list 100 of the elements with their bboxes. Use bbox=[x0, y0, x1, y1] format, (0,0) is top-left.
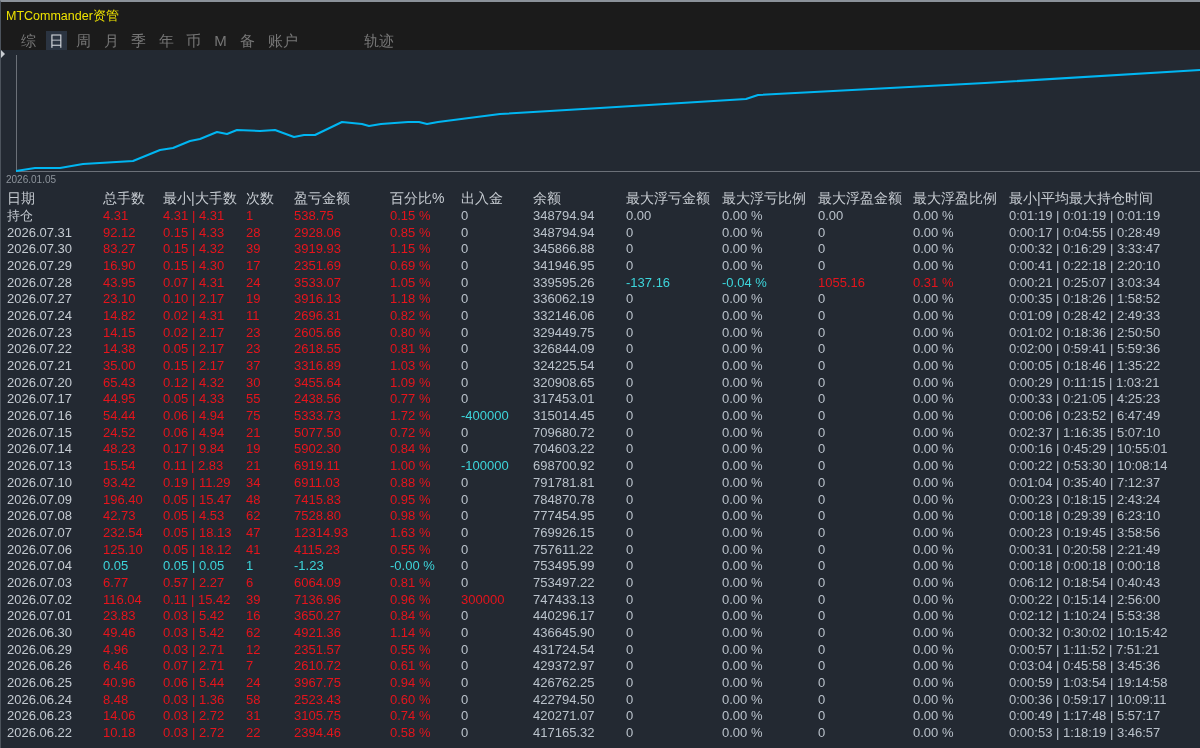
table-cell: 0 bbox=[818, 241, 826, 257]
table-cell: 0.00 % bbox=[913, 591, 954, 607]
table-cell: 777454.95 bbox=[533, 508, 595, 524]
table-cell: 0.15 | 4.33 bbox=[163, 224, 225, 240]
table-cell: 0.84 % bbox=[390, 608, 431, 624]
table-cell: 0 bbox=[626, 558, 634, 574]
table-cell: 0.11 | 15.42 bbox=[163, 591, 231, 607]
table-cell: 12 bbox=[246, 641, 261, 657]
table-cell: 28 bbox=[246, 224, 261, 240]
table-cell: 0.98 % bbox=[390, 508, 431, 524]
table-cell: 14.38 bbox=[103, 341, 136, 357]
tab[interactable]: 年 bbox=[155, 31, 177, 50]
tab[interactable]: 备 bbox=[237, 31, 258, 50]
table-cell: 0:00:41 | 0:22:18 | 2:20:10 bbox=[1009, 257, 1161, 273]
table-cell: 2026.06.23 bbox=[7, 708, 73, 724]
column-header: 盈亏金额 bbox=[294, 190, 350, 207]
table-cell: 0.00 % bbox=[722, 725, 763, 741]
table-cell: 0 bbox=[818, 708, 826, 724]
table-cell: 704603.22 bbox=[533, 441, 595, 457]
table-cell: 0 bbox=[818, 641, 826, 657]
table-cell: 0:02:37 | 1:16:35 | 5:07:10 bbox=[1009, 424, 1161, 440]
table-cell: 0.00 % bbox=[913, 508, 954, 524]
table-cell: 300000 bbox=[461, 591, 505, 607]
table-cell: 23 bbox=[246, 324, 261, 340]
table-cell: 0 bbox=[818, 391, 826, 407]
table-cell: 4921.36 bbox=[294, 625, 341, 641]
table-cell: 0.05 | 18.13 bbox=[163, 524, 232, 540]
table-cell: 48.23 bbox=[103, 441, 136, 457]
table-cell: 0.05 bbox=[103, 558, 129, 574]
table-cell: 0.17 | 9.84 bbox=[163, 441, 225, 457]
table-cell: 348794.94 bbox=[533, 224, 595, 240]
table-cell: 429372.97 bbox=[533, 658, 595, 674]
table-cell: 2026.07.09 bbox=[7, 491, 73, 507]
table-cell: 0.00 % bbox=[913, 608, 954, 624]
table-cell: 420271.07 bbox=[533, 708, 595, 724]
table-cell: 3919.93 bbox=[294, 241, 341, 257]
table-cell: 0.00 % bbox=[722, 491, 763, 507]
table-cell: 24 bbox=[246, 274, 261, 290]
table-cell: 16.90 bbox=[103, 257, 136, 273]
table-cell: 440296.17 bbox=[533, 608, 595, 624]
table-cell: 769926.15 bbox=[533, 524, 595, 540]
table-cell: 0 bbox=[818, 625, 826, 641]
table-cell: 0 bbox=[818, 291, 826, 307]
table-cell: 0 bbox=[626, 291, 634, 307]
table-cell: 0 bbox=[818, 307, 826, 323]
table-cell: 0 bbox=[818, 524, 826, 540]
table-cell: 0 bbox=[626, 541, 634, 557]
tab[interactable]: 轨迹 bbox=[361, 31, 397, 50]
table-cell: 2605.66 bbox=[294, 324, 341, 340]
tab[interactable]: 币 bbox=[183, 31, 204, 50]
table-cell: 0.19 | 11.29 bbox=[163, 474, 231, 490]
column-header: 百分比% bbox=[390, 190, 445, 207]
tab[interactable]: 综 bbox=[18, 31, 39, 50]
table-cell: 0.94 % bbox=[390, 675, 431, 691]
column-header: 日期 bbox=[7, 190, 35, 207]
table-cell: 0:00:49 | 1:17:48 | 5:57:17 bbox=[1009, 708, 1161, 724]
table-cell: 30 bbox=[246, 374, 261, 390]
table-cell: 791781.81 bbox=[533, 474, 595, 490]
table-cell: 0.00 % bbox=[722, 307, 763, 323]
table-cell: 2618.55 bbox=[294, 341, 341, 357]
table-cell: 2026.07.31 bbox=[7, 224, 73, 240]
table-cell: 15.54 bbox=[103, 458, 136, 474]
table-cell: 2026.07.03 bbox=[7, 574, 73, 590]
table-cell: 0 bbox=[626, 641, 634, 657]
table-cell: 232.54 bbox=[103, 524, 143, 540]
table-cell: 324225.54 bbox=[533, 358, 595, 374]
table-cell: 0 bbox=[461, 675, 469, 691]
table-cell: 0.10 | 2.17 bbox=[163, 291, 225, 307]
table-cell: 17 bbox=[246, 257, 261, 273]
tab[interactable]: M bbox=[210, 31, 231, 50]
table-cell: 0.00 % bbox=[913, 441, 954, 457]
table-cell: 47 bbox=[246, 524, 261, 540]
tab[interactable]: 日 bbox=[45, 31, 67, 50]
table-cell: 21 bbox=[246, 424, 261, 440]
table-cell: 2026.07.27 bbox=[7, 291, 73, 307]
table-cell: 0 bbox=[461, 291, 469, 307]
table-cell: 3105.75 bbox=[294, 708, 341, 724]
table-cell: 22 bbox=[246, 725, 261, 741]
table-cell: 14.06 bbox=[103, 708, 136, 724]
tab[interactable]: 账户 bbox=[264, 31, 301, 50]
table-cell: 125.10 bbox=[103, 541, 143, 557]
table-cell: 54.44 bbox=[103, 408, 136, 424]
column-header: 出入金 bbox=[461, 190, 503, 207]
table-cell: 0.07 | 4.31 bbox=[163, 274, 225, 290]
table-cell: 0.00 % bbox=[913, 491, 954, 507]
table-cell: 0:06:12 | 0:18:54 | 0:40:43 bbox=[1009, 574, 1161, 590]
tab[interactable]: 周 bbox=[73, 31, 94, 50]
table-cell: 7415.83 bbox=[294, 491, 341, 507]
table-cell: 6.46 bbox=[103, 658, 129, 674]
table-cell: 0 bbox=[626, 708, 634, 724]
table-cell: 0.15 | 4.30 bbox=[163, 257, 225, 273]
table-cell: 1.09 % bbox=[390, 374, 431, 390]
table-cell: 0.05 | 2.17 bbox=[163, 341, 225, 357]
table-cell: 0.03 | 2.71 bbox=[163, 641, 225, 657]
table-cell: 39 bbox=[246, 241, 261, 257]
table-cell: 0.95 % bbox=[390, 491, 431, 507]
table-cell: 753495.99 bbox=[533, 558, 595, 574]
tab[interactable]: 月 bbox=[100, 31, 122, 50]
table-cell: 2026.06.30 bbox=[7, 625, 73, 641]
tab[interactable]: 季 bbox=[128, 31, 149, 50]
